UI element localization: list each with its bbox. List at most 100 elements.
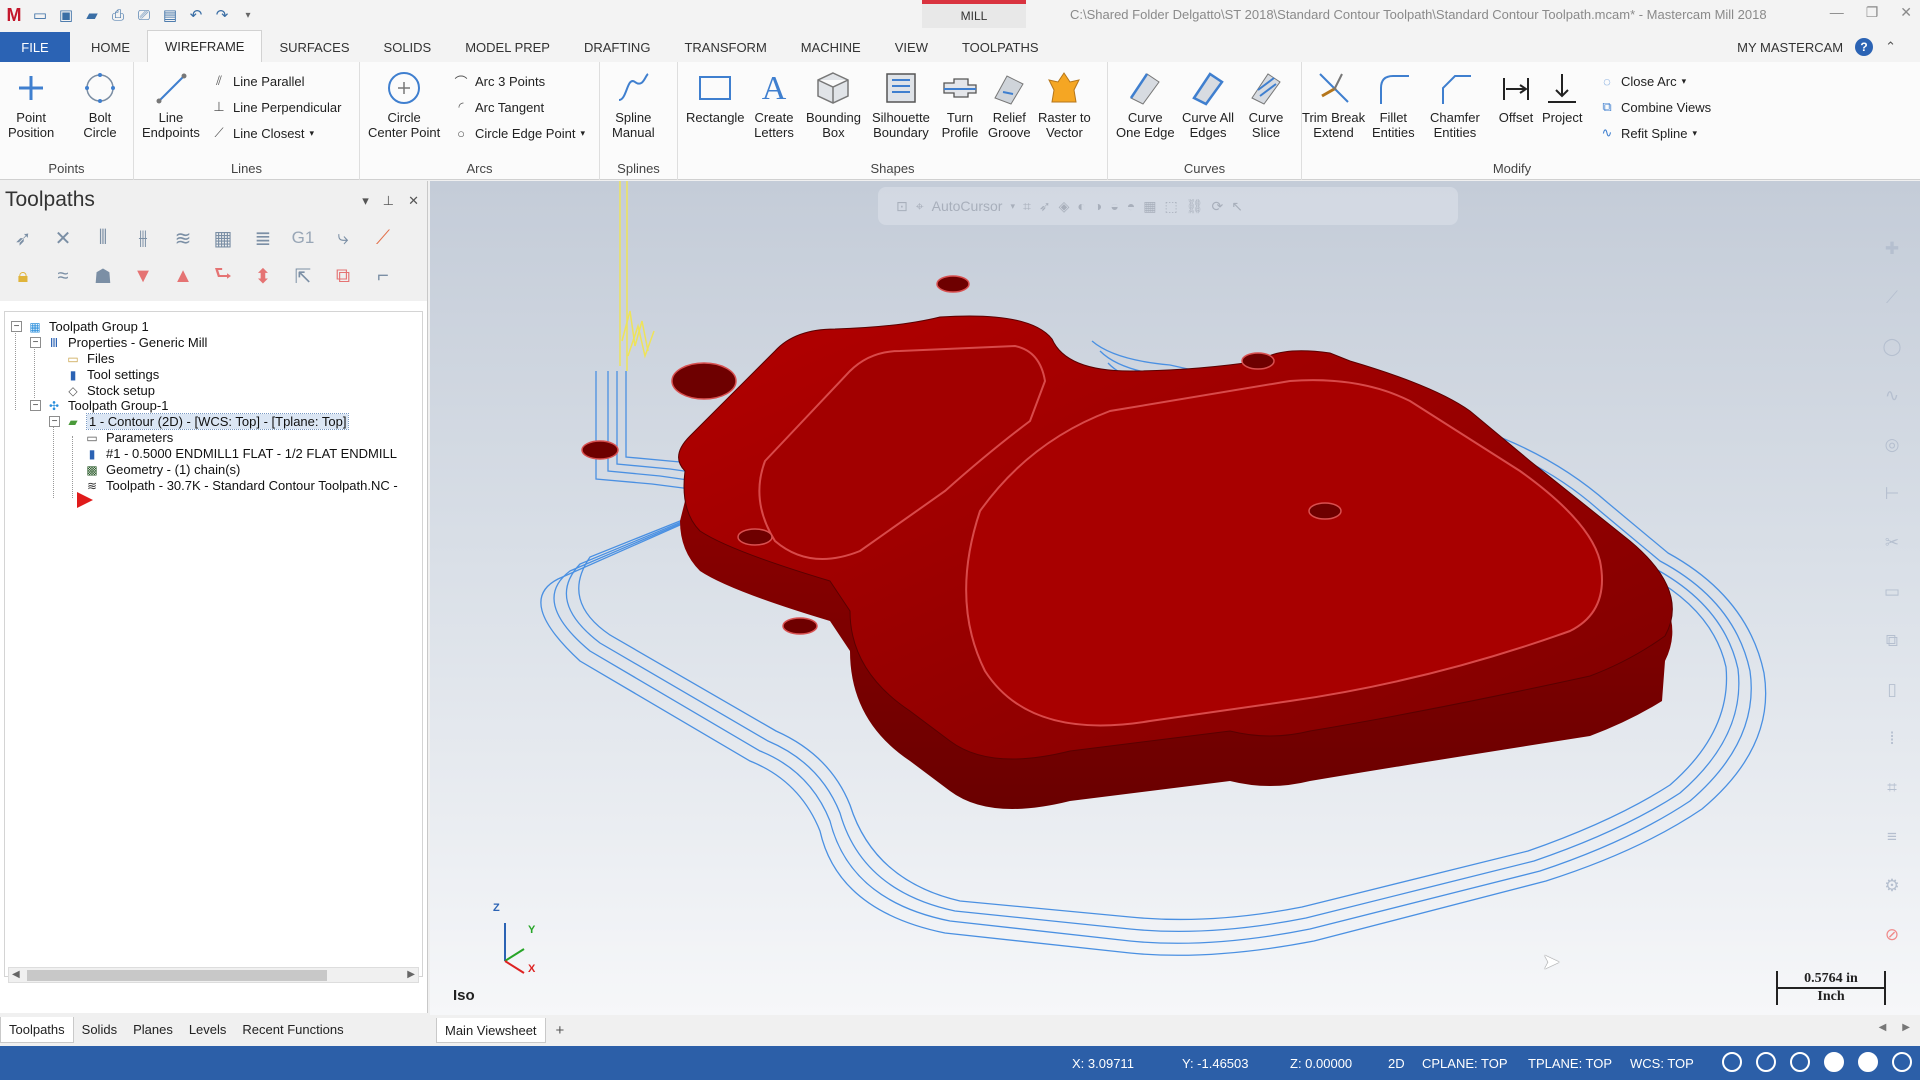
clear-icon[interactable]: ↖ (1231, 198, 1243, 215)
spline-icon[interactable]: ∿ (1876, 378, 1908, 414)
arc-3-points-button[interactable]: ⌒ Arc 3 Points (452, 72, 545, 90)
move-down-icon[interactable]: ▼ (128, 261, 158, 291)
status-cplane[interactable]: CPLANE: TOP (1422, 1056, 1508, 1071)
spline-manual-button[interactable]: Spline Manual (612, 68, 655, 140)
tab-surfaces[interactable]: SURFACES (262, 32, 366, 62)
verify-icon[interactable]: ▦ (208, 223, 238, 253)
tab-main-viewsheet[interactable]: Main Viewsheet (436, 1018, 546, 1043)
fillet-entities-button[interactable]: Fillet Entities (1372, 68, 1415, 140)
single-display-icon[interactable]: ⧉ (328, 261, 358, 291)
scroll-to-icon[interactable]: ⇱ (288, 261, 318, 291)
analyze-icon[interactable]: ▯ (1876, 672, 1908, 708)
collapse-toggle[interactable]: − (30, 337, 41, 348)
dropdown-arrow-icon[interactable]: ▾ (1010, 201, 1015, 212)
turn-profile-button[interactable]: Turn Profile (940, 68, 980, 140)
regenerate-selected-icon[interactable]: ⫴ (88, 223, 118, 253)
status-wcs[interactable]: WCS: TOP (1630, 1056, 1694, 1071)
status-x[interactable]: X: 3.09711 (1072, 1056, 1134, 1071)
close-icon[interactable]: ✕ (1900, 4, 1912, 21)
toggle-posting-icon[interactable]: ☗ (88, 261, 118, 291)
close-arc-button[interactable]: ◌ Close Arc ▾ (1598, 72, 1686, 90)
point-position-button[interactable]: Point Position (8, 68, 54, 140)
surface-icon[interactable]: ▭ (1876, 574, 1908, 610)
minimize-icon[interactable]: — (1830, 4, 1844, 21)
deselect-operations-icon[interactable]: ✕ (48, 223, 78, 253)
window-select-icon[interactable]: ⬚ (1164, 198, 1177, 215)
project-button[interactable]: Project (1542, 68, 1582, 125)
circle-edge-point-button[interactable]: ○ Circle Edge Point ▾ (452, 124, 585, 142)
combine-views-button[interactable]: ⧉ Combine Views (1598, 98, 1711, 116)
circle-icon[interactable]: ◯ (1876, 329, 1908, 365)
tab-view[interactable]: VIEW (878, 32, 945, 62)
curve-all-edges-button[interactable]: Curve All Edges (1182, 68, 1234, 140)
lock-icon[interactable]: ⊡ (896, 198, 908, 215)
autocursor-icon[interactable]: ⌖ (916, 198, 924, 215)
tab-file[interactable]: FILE (0, 32, 70, 62)
highfeed-icon[interactable]: ⟋ (368, 223, 398, 253)
tab-recent-functions[interactable]: Recent Functions (234, 1017, 351, 1043)
layers-icon[interactable]: ≡ (1876, 819, 1908, 855)
sheet-next-icon[interactable]: ▶ (1902, 1022, 1910, 1033)
print-preview-icon[interactable]: ⎚ (134, 5, 154, 25)
mastercam-logo-icon[interactable]: M (4, 5, 24, 25)
autocursor-label[interactable]: AutoCursor (932, 198, 1003, 214)
tab-home[interactable]: HOME (74, 32, 147, 62)
regenerate-dirty-icon[interactable]: ⫵ (128, 223, 158, 253)
help-tree-icon[interactable]: ⌐ (368, 261, 398, 291)
curve-slice-button[interactable]: Curve Slice (1246, 68, 1286, 140)
tab-planes-manager[interactable]: Planes (125, 1017, 181, 1043)
line-perpendicular-button[interactable]: ⊥ Line Perpendicular (210, 98, 341, 116)
insert-arrow-icon[interactable]: ⬍ (248, 261, 278, 291)
status-tplane[interactable]: TPLANE: TOP (1528, 1056, 1612, 1071)
collapse-toggle[interactable]: − (49, 416, 60, 427)
panel-menu-icon[interactable]: ▾ (362, 193, 369, 209)
tab-transform[interactable]: TRANSFORM (667, 32, 783, 62)
insert-arrow-marker-icon[interactable] (77, 492, 93, 508)
hidden-line-icon[interactable] (1790, 1052, 1810, 1072)
raster-to-vector-button[interactable]: Raster to Vector (1038, 68, 1091, 140)
backplot-icon[interactable]: ≋ (168, 223, 198, 253)
point-icon[interactable]: ✚ (1876, 231, 1908, 267)
shaded-edges-icon[interactable] (1858, 1052, 1878, 1072)
import-icon[interactable]: ▤ (160, 5, 180, 25)
tab-machine[interactable]: MACHINE (784, 32, 878, 62)
loop-select-icon[interactable]: ◓ (1127, 198, 1135, 214)
tab-drafting[interactable]: DRAFTING (567, 32, 667, 62)
translucency-icon[interactable] (1892, 1052, 1912, 1072)
simulate-icon[interactable]: ≣ (248, 223, 278, 253)
collapse-ribbon-icon[interactable]: ⌃ (1885, 39, 1896, 55)
wireframe-display-icon[interactable] (1756, 1052, 1776, 1072)
status-z[interactable]: Z: 0.00000 (1290, 1056, 1352, 1071)
body-select-icon[interactable]: ◒ (1110, 198, 1118, 214)
relief-groove-button[interactable]: Relief Groove (988, 68, 1031, 140)
silhouette-boundary-button[interactable]: Silhouette Boundary (872, 68, 930, 140)
status-mode[interactable]: 2D (1388, 1056, 1405, 1071)
tab-toolpaths-manager[interactable]: Toolpaths (0, 1016, 74, 1043)
help-icon[interactable]: ? (1855, 38, 1874, 56)
solid-icon[interactable]: ◎ (1876, 427, 1908, 463)
snap-icon[interactable]: ⌗ (1023, 198, 1031, 215)
trim-icon[interactable]: ✂ (1876, 525, 1908, 561)
chain-icon[interactable]: ⛓︎ (1186, 198, 1204, 215)
undo-icon[interactable]: ↶ (186, 5, 206, 25)
circle-center-point-button[interactable]: Circle Center Point (368, 68, 440, 140)
post-selected-icon[interactable]: ⤷ (328, 223, 358, 253)
status-y[interactable]: Y: -1.46503 (1182, 1056, 1249, 1071)
tree-node-toolpath-file[interactable]: ≋ Toolpath - 30.7K - Standard Contour To… (84, 476, 398, 495)
line-endpoints-button[interactable]: Line Endpoints (142, 68, 200, 140)
restore-icon[interactable]: ❐ (1866, 4, 1879, 21)
line-parallel-button[interactable]: ⫽ Line Parallel (210, 72, 304, 90)
scroll-thumb[interactable] (27, 970, 327, 981)
chamfer-entities-button[interactable]: Chamfer Entities (1430, 68, 1480, 140)
sheet-prev-icon[interactable]: ◀ (1879, 1022, 1887, 1033)
create-letters-button[interactable]: A Create Letters (754, 68, 794, 140)
tab-levels-manager[interactable]: Levels (181, 1017, 235, 1043)
arc-tangent-button[interactable]: ◜ Arc Tangent (452, 98, 544, 116)
rectangle-button[interactable]: Rectangle (686, 68, 745, 125)
collapse-toggle[interactable]: − (30, 400, 41, 411)
new-file-icon[interactable]: ▭ (30, 5, 50, 25)
line-icon[interactable]: ⟋ (1876, 280, 1908, 316)
select-all-operations-icon[interactable]: ➶ (8, 223, 38, 253)
offset-button[interactable]: Offset (1496, 68, 1536, 125)
panel-close-icon[interactable]: ✕ (408, 193, 419, 209)
